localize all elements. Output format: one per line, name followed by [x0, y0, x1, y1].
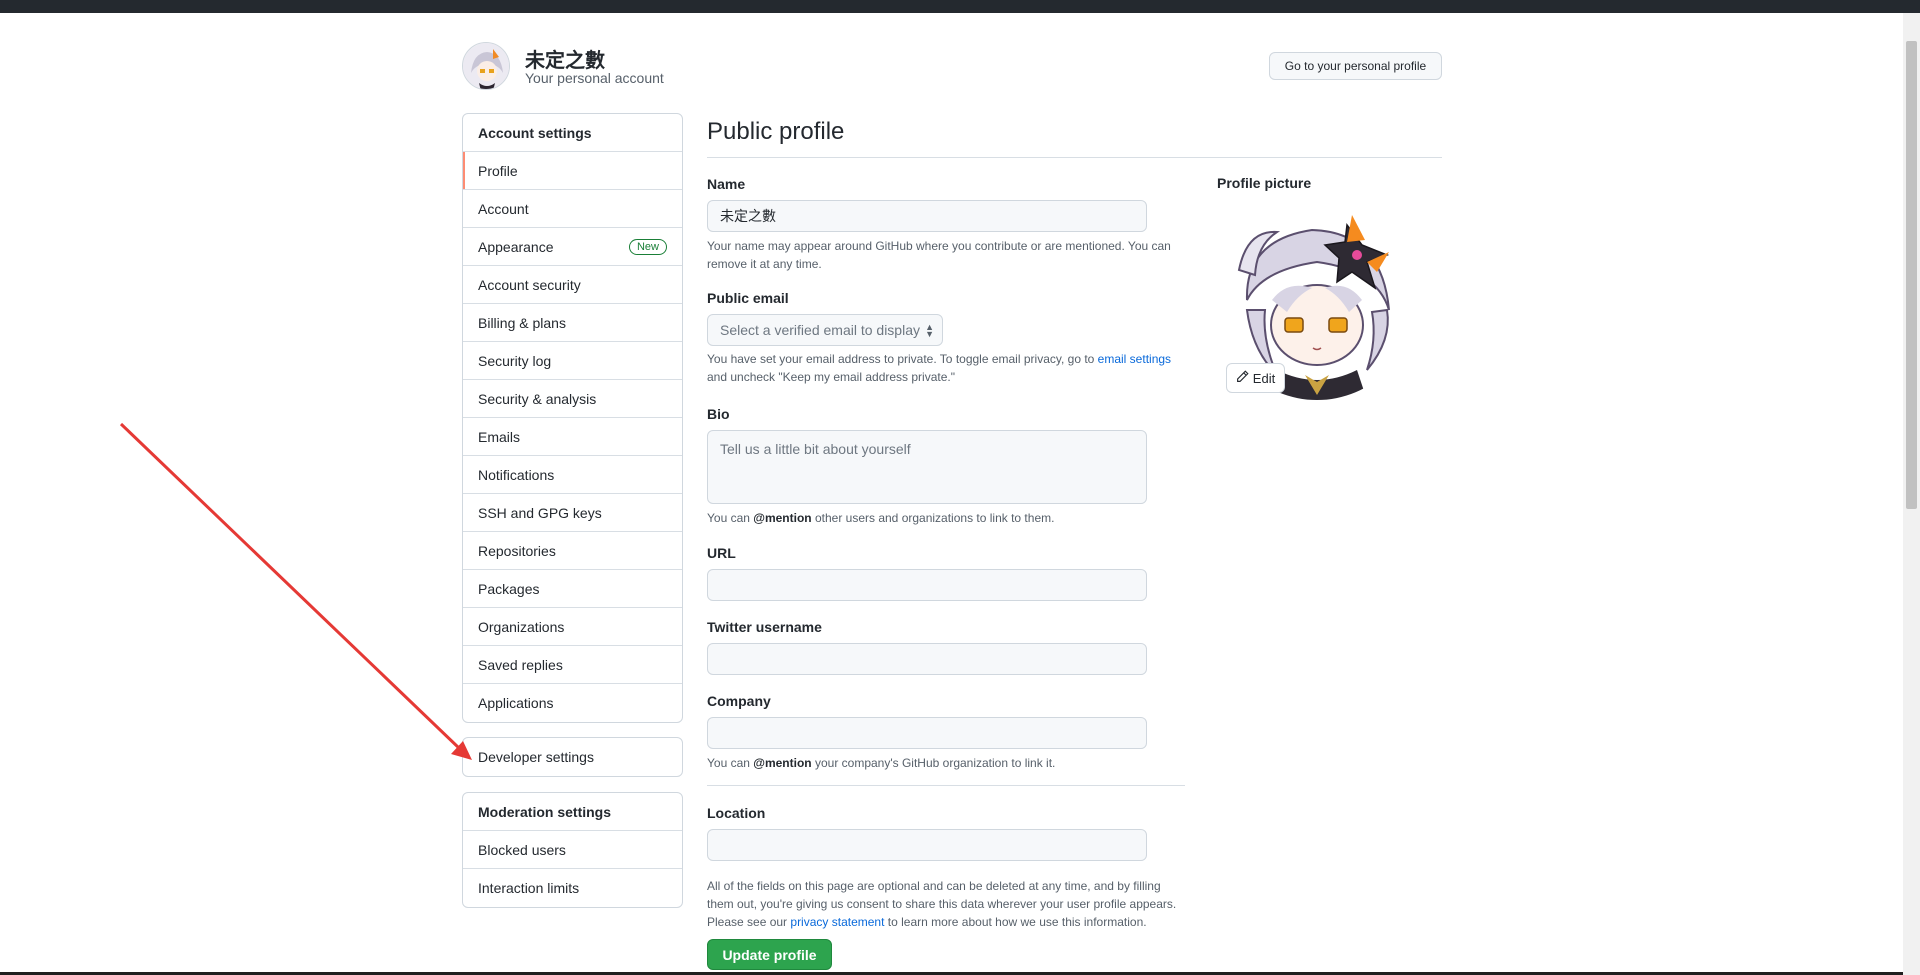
- title-divider: [707, 157, 1442, 158]
- profile-picture-label: Profile picture: [1217, 175, 1312, 191]
- page-title: Public profile: [707, 118, 845, 145]
- account-settings-heading: Account settings: [463, 114, 682, 152]
- bio-note: You can @mention other users and organiz…: [707, 509, 1177, 527]
- name-note: Your name may appear around GitHub where…: [707, 239, 1171, 271]
- page-scrollbar[interactable]: [1903, 13, 1920, 975]
- public-email-placeholder: Select a verified email to display: [720, 322, 920, 338]
- browser-top-bar: [0, 0, 1920, 13]
- url-input[interactable]: [707, 569, 1147, 601]
- public-email-note: You have set your email address to priva…: [707, 350, 1177, 386]
- sidebar-item-emails[interactable]: Emails: [463, 418, 682, 456]
- sidebar-item-account-security[interactable]: Account security: [463, 266, 682, 304]
- pencil-icon: [1236, 370, 1249, 386]
- account-name: 未定之數: [525, 50, 605, 72]
- consent-note: All of the fields on this page are optio…: [707, 877, 1185, 931]
- bio-textarea[interactable]: [707, 430, 1147, 504]
- sidebar-item-applications[interactable]: Applications: [463, 684, 682, 722]
- company-input[interactable]: [707, 717, 1147, 749]
- twitter-username-label: Twitter username: [707, 619, 822, 635]
- edit-profile-picture-button[interactable]: Edit: [1226, 363, 1285, 393]
- sidebar-item-label: Developer settings: [478, 749, 594, 765]
- location-label: Location: [707, 805, 766, 821]
- sidebar-item-label: Saved replies: [478, 656, 563, 673]
- twitter-username-input[interactable]: [707, 643, 1147, 675]
- sidebar-item-blocked-users[interactable]: Blocked users: [463, 831, 682, 869]
- sidebar-item-label: Notifications: [478, 466, 555, 483]
- sidebar-item-billing[interactable]: Billing & plans: [463, 304, 682, 342]
- scrollbar-thumb[interactable]: [1906, 41, 1917, 509]
- edit-button-label: Edit: [1252, 370, 1276, 386]
- sidebar-item-label: Account: [478, 200, 529, 217]
- account-settings-menu: Account settings Profile Account Appeara…: [462, 113, 683, 723]
- location-input[interactable]: [707, 829, 1147, 861]
- public-email-select[interactable]: Select a verified email to display ▲ ▼: [707, 314, 943, 346]
- sidebar-item-label: Blocked users: [478, 841, 566, 858]
- bio-note-suffix: other users and organizations to link to…: [811, 511, 1055, 525]
- company-note-text: You can: [707, 756, 754, 770]
- sidebar-item-label: Security log: [478, 352, 552, 369]
- company-note-mention: @mention: [753, 756, 812, 770]
- section-divider: [707, 785, 1185, 786]
- update-profile-button[interactable]: Update profile: [707, 939, 832, 970]
- sidebar-item-label: Emails: [478, 428, 521, 445]
- sidebar-item-label: Account security: [478, 276, 581, 293]
- sidebar-item-security-analysis[interactable]: Security & analysis: [463, 380, 682, 418]
- email-settings-link[interactable]: email settings: [1098, 352, 1171, 366]
- name-label: Name: [707, 176, 746, 192]
- sidebar-item-label: Interaction limits: [478, 880, 580, 896]
- moderation-settings-heading: Moderation settings: [463, 793, 682, 831]
- sidebar-item-label: Appearance: [478, 238, 554, 255]
- public-email-label: Public email: [707, 290, 789, 306]
- sidebar-item-notifications[interactable]: Notifications: [463, 456, 682, 494]
- developer-settings-menu: Developer settings: [462, 737, 683, 777]
- sidebar-item-saved-replies[interactable]: Saved replies: [463, 646, 682, 684]
- sidebar-item-ssh-gpg-keys[interactable]: SSH and GPG keys: [463, 494, 682, 532]
- sidebar-item-interaction-limits[interactable]: Interaction limits: [463, 869, 682, 907]
- consent-note-suffix: to learn more about how we use this info…: [884, 915, 1147, 929]
- account-avatar[interactable]: [462, 42, 510, 90]
- url-label: URL: [707, 545, 736, 561]
- bio-note-text: You can: [707, 511, 754, 525]
- company-note: You can @mention your company's GitHub o…: [707, 754, 1177, 772]
- email-note-suffix: and uncheck "Keep my email address priva…: [707, 370, 955, 384]
- sidebar-item-packages[interactable]: Packages: [463, 570, 682, 608]
- sidebar-item-label: Security & analysis: [478, 390, 597, 407]
- company-label: Company: [707, 693, 771, 709]
- sidebar-item-appearance[interactable]: Appearance New: [463, 228, 682, 266]
- sidebar-item-label: Repositories: [478, 542, 556, 559]
- sidebar-item-label: SSH and GPG keys: [478, 504, 602, 521]
- sidebar-item-label: Billing & plans: [478, 314, 566, 331]
- sidebar-item-repositories[interactable]: Repositories: [463, 532, 682, 570]
- select-caret-icon: ▲ ▼: [925, 322, 934, 339]
- sidebar-item-label: Applications: [478, 695, 554, 711]
- moderation-settings-menu: Moderation settings Blocked users Intera…: [462, 792, 683, 908]
- sidebar-item-label: Organizations: [478, 618, 565, 635]
- sidebar-item-developer-settings[interactable]: Developer settings: [463, 738, 682, 776]
- sidebar-item-profile[interactable]: Profile: [463, 152, 682, 190]
- email-note-text: You have set your email address to priva…: [707, 352, 1098, 366]
- sidebar-item-label: Profile: [478, 162, 518, 179]
- name-input[interactable]: [707, 200, 1147, 232]
- company-note-suffix: your company's GitHub organization to li…: [811, 756, 1056, 770]
- sidebar-item-organizations[interactable]: Organizations: [463, 608, 682, 646]
- sidebar-item-security-log[interactable]: Security log: [463, 342, 682, 380]
- sidebar-item-label: Packages: [478, 580, 540, 597]
- account-subtitle: Your personal account: [525, 70, 664, 86]
- bio-note-mention: @mention: [753, 511, 812, 525]
- privacy-statement-link[interactable]: privacy statement: [790, 915, 884, 929]
- sidebar-item-account[interactable]: Account: [463, 190, 682, 228]
- bio-label: Bio: [707, 406, 730, 422]
- new-badge: New: [628, 238, 667, 255]
- go-to-personal-profile-button[interactable]: Go to your personal profile: [1269, 52, 1442, 80]
